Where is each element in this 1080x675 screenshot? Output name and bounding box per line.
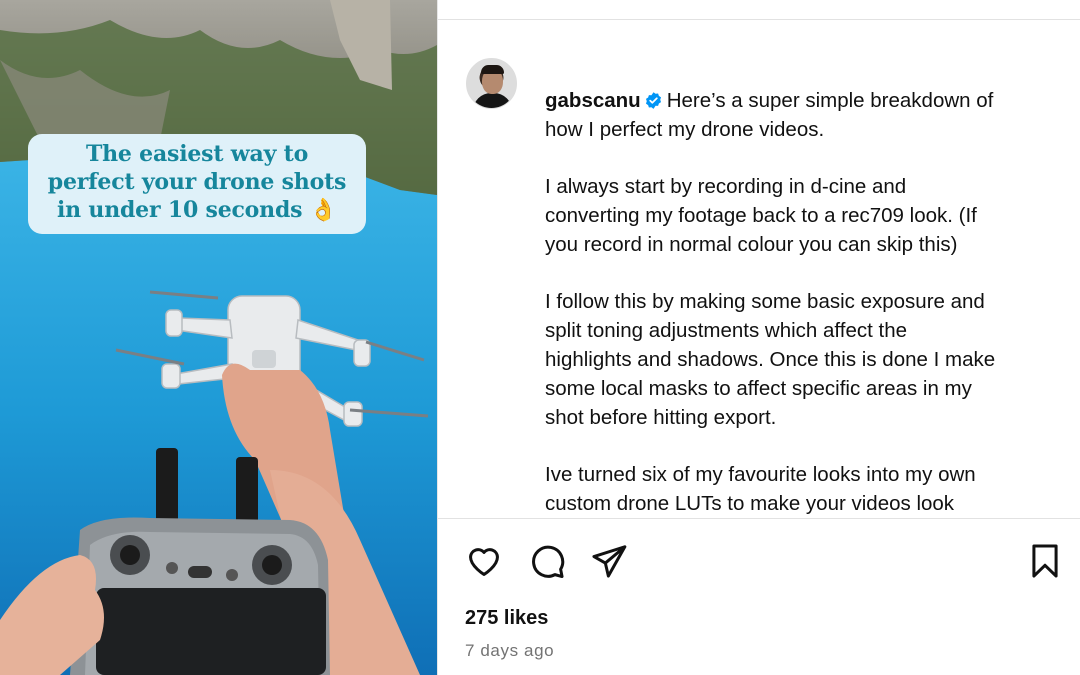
share-button[interactable] (589, 541, 629, 581)
like-button[interactable] (464, 541, 504, 581)
instagram-post: The easiest way to perfect your drone sh… (0, 0, 1080, 675)
avatar[interactable] (466, 58, 517, 109)
comment-button[interactable] (527, 541, 567, 581)
save-button[interactable] (1025, 541, 1065, 581)
action-bar (438, 541, 1080, 585)
heart-icon (469, 548, 499, 576)
caption-paragraph-3: Ive turned six of my favourite looks int… (545, 463, 976, 515)
caption-paragraph-2: I follow this by making some basic expos… (545, 290, 996, 429)
username-link[interactable]: gabscanu (545, 89, 641, 112)
comment-icon (532, 545, 565, 579)
overlay-line-2: perfect your drone shots (47, 169, 347, 195)
header-strip (438, 0, 1080, 20)
drone-photo (0, 0, 437, 675)
share-icon (592, 545, 627, 578)
avatar-hair (481, 65, 504, 74)
post-media[interactable]: The easiest way to perfect your drone sh… (0, 0, 437, 675)
caption-scroll-area[interactable]: gabscanu Here’s a super simple breakdown … (438, 21, 1080, 518)
likes-count[interactable]: 275 likes (465, 607, 548, 630)
caption-text: gabscanu Here’s a super simple breakdown … (545, 58, 1065, 518)
caption-paragraph-1: I always start by recording in d-cine an… (545, 175, 977, 256)
divider (438, 518, 1080, 519)
overlay-line-3: in under 10 seconds 👌 (57, 197, 337, 223)
verified-badge-icon (645, 91, 661, 109)
bookmark-icon (1032, 544, 1058, 578)
avatar-shirt (473, 93, 512, 108)
post-timestamp[interactable]: 7 days ago (465, 641, 554, 661)
media-text-overlay: The easiest way to perfect your drone sh… (28, 134, 366, 234)
overlay-line-1: The easiest way to (85, 141, 309, 167)
post-details-pane: gabscanu Here’s a super simple breakdown … (437, 0, 1080, 675)
